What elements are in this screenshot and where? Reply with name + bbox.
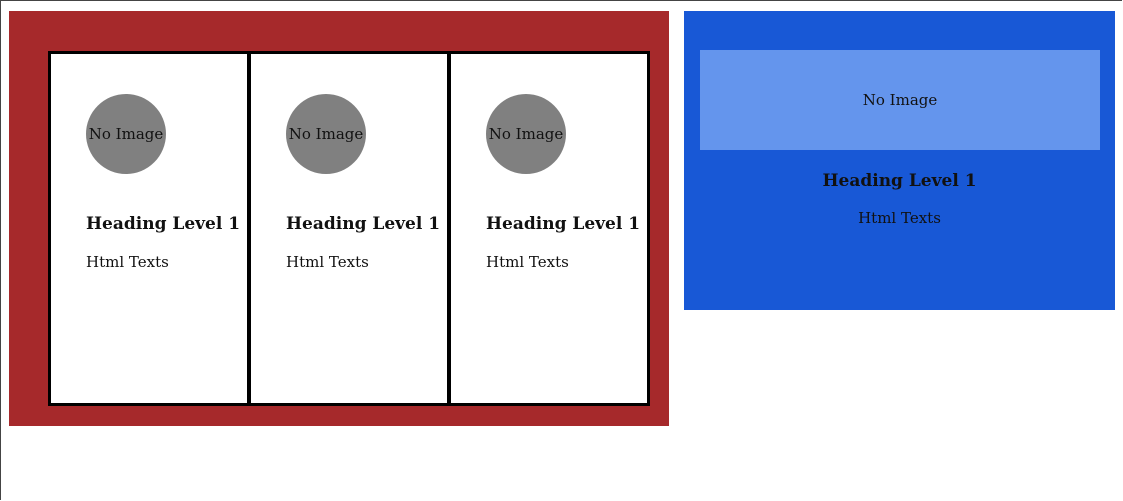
card-3: No Image Heading Level 1 Html Texts <box>448 51 650 406</box>
card-text: Html Texts <box>86 253 169 271</box>
card-row: No Image Heading Level 1 Html Texts No I… <box>48 51 654 406</box>
card-heading: Heading Level 1 <box>286 214 441 234</box>
feature-image-placeholder: No Image <box>700 50 1100 150</box>
card-image-placeholder: No Image <box>486 94 566 174</box>
no-image-label: No Image <box>288 125 364 143</box>
feature-heading: Heading Level 1 <box>822 171 977 191</box>
card-text: Html Texts <box>486 253 569 271</box>
no-image-label: No Image <box>88 125 164 143</box>
card-text: Html Texts <box>286 253 369 271</box>
card-group-panel: No Image Heading Level 1 Html Texts No I… <box>9 11 669 426</box>
card-2: No Image Heading Level 1 Html Texts <box>248 51 450 406</box>
no-image-label: No Image <box>488 125 564 143</box>
feature-panel: No Image Heading Level 1 Html Texts <box>684 11 1115 310</box>
no-image-label: No Image <box>862 91 938 109</box>
feature-text: Html Texts <box>858 209 941 227</box>
card-image-placeholder: No Image <box>286 94 366 174</box>
card-heading: Heading Level 1 <box>86 214 241 234</box>
card-heading: Heading Level 1 <box>486 214 641 234</box>
card-image-placeholder: No Image <box>86 94 166 174</box>
card-1: No Image Heading Level 1 Html Texts <box>48 51 250 406</box>
